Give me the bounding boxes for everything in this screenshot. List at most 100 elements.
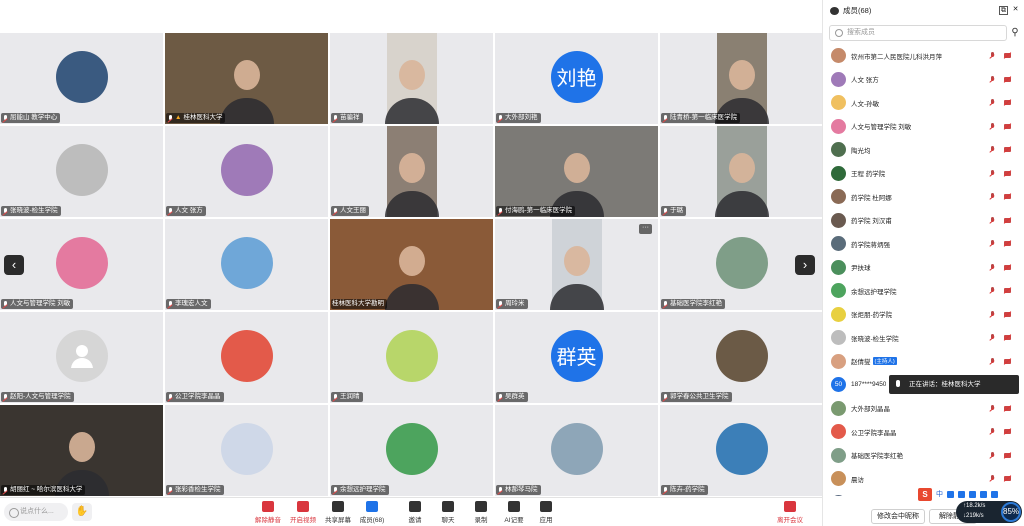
mic-muted-icon[interactable] [989, 216, 995, 225]
mic-muted-icon[interactable] [989, 146, 995, 154]
participant-tile[interactable]: 于璐 [660, 126, 823, 217]
mic-muted-icon[interactable] [989, 475, 995, 483]
camera-off-icon[interactable] [1004, 146, 1011, 154]
mic-muted-icon[interactable] [989, 52, 995, 60]
ime-skin-icon[interactable] [980, 490, 987, 498]
add-member-icon[interactable]: ⚲ [1009, 27, 1021, 39]
raise-hand-button[interactable]: ✋ [72, 503, 92, 521]
participant-tile[interactable]: 郭学春公共卫生学院 [660, 312, 823, 403]
member-row[interactable]: 药学院 刘汉甫 [823, 209, 1024, 233]
participant-tile[interactable]: 陆青桥-第一临床医学院 [660, 33, 823, 124]
participant-tile[interactable]: 群英 吴群英 [495, 312, 658, 403]
prev-page-button[interactable]: ‹ [4, 255, 24, 275]
camera-off-icon[interactable] [1004, 287, 1011, 295]
share-screen-button[interactable]: 共享屏幕 [321, 501, 355, 524]
mic-muted-icon[interactable] [989, 99, 995, 107]
member-row[interactable]: 张炬朋-药学院 [823, 303, 1024, 327]
mic-muted-icon[interactable] [989, 287, 995, 295]
member-row[interactable]: 药学院 杜阿娜 [823, 185, 1024, 209]
member-row[interactable]: 钦州市第二人民医院儿科洪月萍 [823, 44, 1024, 68]
ime-mic-icon[interactable] [958, 490, 965, 498]
participant-tile[interactable]: 人文 张方 [165, 126, 328, 217]
mic-muted-icon[interactable] [989, 428, 995, 436]
participant-tile[interactable]: 李瑰宏人文 [165, 219, 328, 310]
camera-off-icon[interactable] [1004, 452, 1011, 460]
participant-tile[interactable]: 王润晴 [330, 312, 493, 403]
mic-muted-icon[interactable] [989, 122, 995, 131]
participant-tile[interactable]: 公卫学院李晶晶 [165, 312, 328, 403]
participant-tile[interactable]: 胡丽红 ~ 哈尔滨医科大学 [0, 405, 163, 496]
ai-notes-button[interactable]: AI记要 [497, 501, 531, 524]
participant-tile[interactable]: 人文王丽 [330, 126, 493, 217]
ime-keyboard-icon[interactable] [969, 490, 976, 498]
participant-tile[interactable]: 桂林医科大学勘明 [330, 219, 493, 310]
chat-button[interactable]: 聊天 [431, 501, 465, 524]
mic-muted-icon[interactable] [989, 193, 995, 201]
camera-off-icon[interactable] [1004, 358, 1011, 366]
mic-muted-icon[interactable] [989, 263, 995, 272]
participant-tile[interactable]: 苗骗祥 [330, 33, 493, 124]
camera-off-icon[interactable] [1004, 475, 1011, 483]
camera-off-icon[interactable] [1004, 264, 1011, 272]
member-row[interactable]: 人文与管理学院 刘敏 [823, 115, 1024, 139]
popout-icon[interactable]: ⧉ [999, 6, 1008, 15]
mic-muted-icon[interactable] [989, 169, 995, 178]
unmute-button[interactable]: 解除静音 [251, 501, 285, 524]
mic-muted-icon[interactable] [989, 75, 995, 84]
participant-tile[interactable]: 张晓波-检生学院 [0, 126, 163, 217]
camera-off-icon[interactable] [1004, 428, 1011, 436]
ime-punct-icon[interactable] [947, 490, 954, 498]
mic-muted-icon[interactable] [989, 334, 995, 342]
mic-muted-icon[interactable] [989, 404, 995, 413]
participant-tile[interactable]: 屈能山 教学中心 [0, 33, 163, 124]
member-row[interactable]: 赵倩燮 (主持人) [823, 350, 1024, 374]
camera-off-icon[interactable] [1004, 99, 1011, 107]
member-row[interactable]: 基础医学院李红艳 [823, 444, 1024, 468]
participant-tile[interactable]: ▲ 桂林医科大学 [165, 33, 328, 124]
camera-off-icon[interactable] [1004, 334, 1011, 342]
member-row[interactable]: 公卫学院李晶晶 [823, 420, 1024, 444]
member-row[interactable]: 人文 张方 [823, 68, 1024, 92]
member-row[interactable]: 药学院蒋炳强 [823, 232, 1024, 256]
close-icon[interactable]: ✕ [1011, 6, 1020, 15]
member-row[interactable]: 余想远护理学院 [823, 279, 1024, 303]
ime-mode[interactable]: 中 [936, 489, 943, 499]
start-video-button[interactable]: 开启视频 [286, 501, 320, 524]
camera-off-icon[interactable] [1004, 405, 1011, 413]
ime-tools-icon[interactable] [991, 490, 998, 498]
member-search-input[interactable]: 搜索成员 [829, 25, 1007, 41]
participant-tile[interactable]: 张彩香检生学院 [165, 405, 328, 496]
leave-meeting-button[interactable]: 离开会议 [773, 501, 807, 524]
participant-tile[interactable]: 付海鸥-第一临床医学院 [495, 126, 658, 217]
participant-tile[interactable]: 赵阳-人文与管理学院 [0, 312, 163, 403]
member-row[interactable]: 王程 药学院 [823, 162, 1024, 186]
camera-off-icon[interactable] [1004, 76, 1011, 84]
camera-off-icon[interactable] [1004, 193, 1011, 201]
camera-off-icon[interactable] [1004, 217, 1011, 225]
member-row[interactable]: 大外部刘晶晶 [823, 397, 1024, 421]
participant-tile[interactable]: 陈卉-药学院 [660, 405, 823, 496]
tile-more-button[interactable]: ··· [639, 224, 652, 234]
camera-off-icon[interactable] [1004, 123, 1011, 131]
member-row[interactable]: 尹扶球 [823, 256, 1024, 280]
record-button[interactable]: 录制 [464, 501, 498, 524]
chat-input[interactable]: 说点什么... [4, 503, 68, 521]
participant-tile[interactable]: 刘艳 大外部刘艳 [495, 33, 658, 124]
member-row[interactable]: 陶光均 [823, 138, 1024, 162]
camera-off-icon[interactable] [1004, 170, 1011, 178]
invite-button[interactable]: 邀请 [398, 501, 432, 524]
camera-off-icon[interactable] [1004, 311, 1011, 319]
participant-tile[interactable]: 周玲米 [495, 219, 658, 310]
next-page-button[interactable]: › [795, 255, 815, 275]
participant-tile[interactable]: 余想远护理学院 [330, 405, 493, 496]
mic-muted-icon[interactable] [989, 310, 995, 319]
mic-muted-icon[interactable] [989, 451, 995, 460]
member-row[interactable]: 张晓波-检生学院 [823, 326, 1024, 350]
camera-off-icon[interactable] [1004, 240, 1011, 248]
rename-button[interactable]: 修改会中昵称 [871, 509, 925, 524]
members-button[interactable]: 成员(68) [355, 501, 389, 524]
mic-muted-icon[interactable] [989, 357, 995, 366]
apps-button[interactable]: 应用 [529, 501, 563, 524]
camera-off-icon[interactable] [1004, 52, 1011, 60]
mic-muted-icon[interactable] [989, 240, 995, 248]
